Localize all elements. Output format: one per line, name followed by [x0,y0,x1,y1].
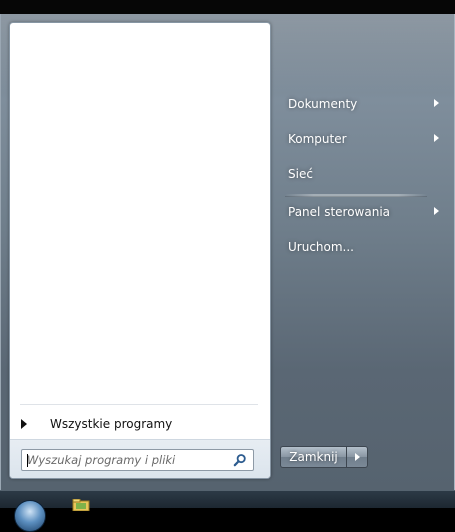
search-box[interactable] [21,449,254,471]
chevron-right-icon [434,134,439,142]
shutdown-group: Zamknij [280,446,368,468]
menu-item-label: Dokumenty [288,97,358,111]
search-icon[interactable] [233,453,247,467]
taskbar [0,490,455,532]
menu-item-run[interactable]: Uruchom... [281,232,441,262]
shutdown-button[interactable]: Zamknij [280,446,346,468]
all-programs-button[interactable]: Wszystkie programy [14,412,266,436]
menu-item-documents[interactable]: Dokumenty [281,89,441,119]
start-orb-icon[interactable] [14,500,46,532]
folder-icon[interactable] [72,499,90,511]
chevron-right-icon [434,207,439,215]
search-area [10,439,270,478]
arrow-right-icon [21,419,27,429]
chevron-right-icon [355,453,360,461]
chevron-right-icon [434,99,439,107]
programs-separator [20,404,258,405]
shutdown-options-button[interactable] [346,446,368,468]
programs-pane: Wszystkie programy [9,22,271,479]
menu-item-label: Sieć [288,167,313,181]
menu-item-computer[interactable]: Komputer [281,124,441,154]
search-input[interactable] [27,453,227,467]
menu-item-control-panel[interactable]: Panel sterowania [281,197,441,227]
menu-item-label: Uruchom... [288,240,354,254]
menu-item-network[interactable]: Sieć [281,159,441,189]
start-menu: Wszystkie programy Dokumenty Komputer Si… [0,14,455,490]
all-programs-label: Wszystkie programy [50,417,173,431]
menu-item-label: Panel sterowania [288,205,390,219]
text-caret [27,454,28,467]
screen-top-edge [0,0,455,14]
menu-item-label: Komputer [288,132,347,146]
